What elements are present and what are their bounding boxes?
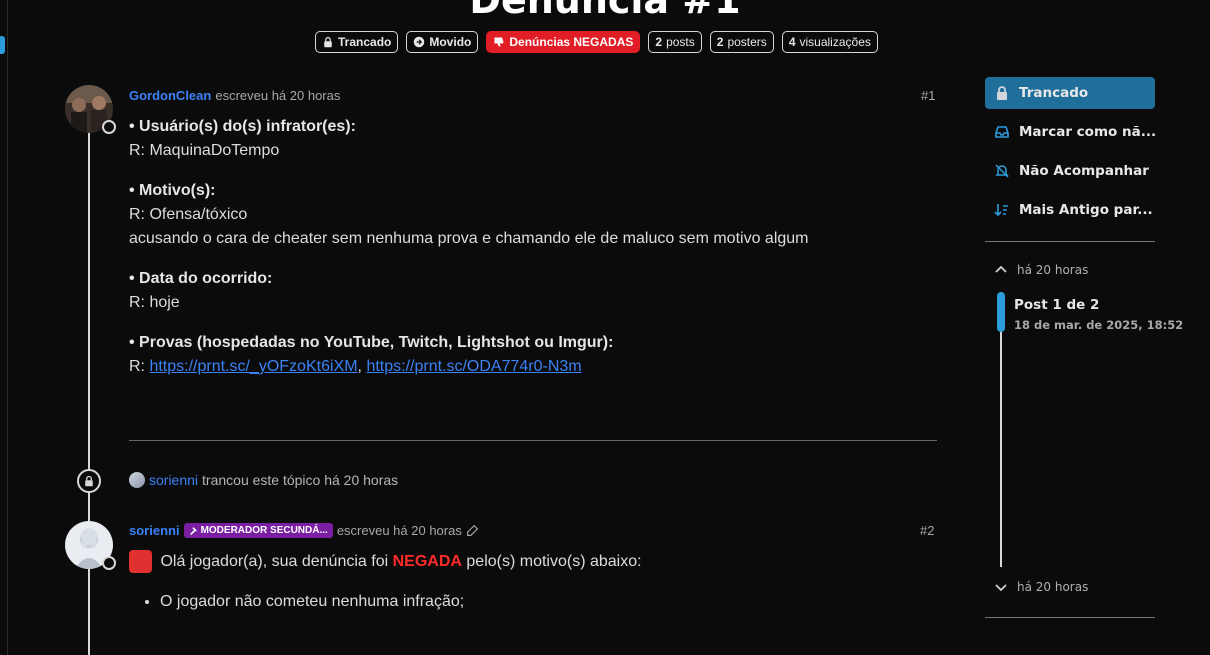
tag-posts-count: 2 posts [648,31,702,53]
post-field: • Usuário(s) do(s) infrator(es): R: Maqu… [129,118,356,159]
topic-title: Denúncia #1 [469,0,741,22]
post-body: • Usuário(s) do(s) infrator(es): R: Maqu… [129,115,939,395]
tag-locked[interactable]: Trancado [315,31,399,53]
post-author[interactable]: GordonClean [129,88,211,103]
chevron-down-icon [995,584,1007,592]
user-title-badge[interactable]: MODERADOR SECUNDÁ... [183,523,333,538]
edit-pencil-icon[interactable] [466,524,479,537]
lock-icon [85,475,93,487]
post-stream-line [88,126,90,655]
post-intro: Olá jogador(a), sua denúncia foi NEGADA … [129,550,939,574]
small-action-post: sorienni trancou este tópico há 20 horas [129,472,398,488]
sidebar-divider [985,617,1155,618]
status-indicator [102,556,116,570]
lock-icon [324,36,332,48]
tag-views-count: 4 visualizações [781,31,878,53]
reason-list: O jogador não cometeu nenhuma infração; [129,590,939,614]
list-item: O jogador não cometeu nenhuma infração; [160,590,939,614]
emoji-icon [129,550,152,574]
post-header: GordonClean escreveu há 20 horas [129,88,340,103]
post-field: • Provas (hospedadas no YouTube, Twitch,… [129,334,614,375]
lock-icon [997,86,1007,100]
bell-slash-icon [995,164,1009,178]
post-number[interactable]: #1 [921,88,935,103]
topic-tag-bar: Trancado Movido Denúncias NEGADAS 2 posts… [315,31,878,53]
post-number[interactable]: #2 [920,523,934,538]
chevron-up-icon [995,265,1007,273]
event-author[interactable]: sorienni [149,472,198,488]
mark-unread-button[interactable]: Marcar como nã... [985,116,1155,148]
avatar[interactable] [129,472,145,488]
tag-posters-count: 2 posters [709,31,774,53]
thumbs-down-icon [494,37,504,47]
topic-sidebar: Trancado Marcar como nã... Não Acompanha… [985,77,1155,233]
event-text: trancou este tópico há 20 horas [202,472,399,488]
timeline-current-post: Post 1 de 2 18 de mar. de 2025, 18:52 [1014,297,1184,332]
timeline-start[interactable]: há 20 horas [995,263,1088,277]
post-field: • Data do ocorrido: R: hoje [129,270,273,311]
status-indicator [102,120,116,134]
evidence-link[interactable]: https://prnt.sc/ODA774r0-N3m [366,358,581,375]
sidebar-divider [985,241,1155,242]
post-body: Olá jogador(a), sua denúncia foi NEGADA … [129,550,939,614]
timeline-end[interactable]: há 20 horas [995,580,1088,594]
tag-moved[interactable]: Movido [406,31,479,53]
post-author[interactable]: sorienni [129,523,180,538]
left-edge-marker[interactable] [0,36,5,54]
timeline-scroll-handle[interactable] [997,292,1005,332]
evidence-link[interactable]: https://prnt.sc/_yOFzoKt6iXM [149,358,357,375]
tag-category-denied[interactable]: Denúncias NEGADAS [486,31,641,53]
post-field: • Motivo(s): R: Ofensa/tóxico acusando o… [129,182,809,247]
hammer-icon [189,527,197,535]
arrow-circle-icon [414,36,425,48]
locked-button[interactable]: Trancado [985,77,1155,109]
post-meta[interactable]: escreveu há 20 horas [215,88,340,103]
timeline-scroll-track[interactable] [1000,292,1002,567]
post-meta[interactable]: escreveu há 20 horas [337,523,462,538]
notification-level-button[interactable]: Não Acompanhar [985,155,1155,187]
left-edge-panel [0,0,8,655]
inbox-icon [995,126,1009,138]
post-header: sorienni MODERADOR SECUNDÁ... escreveu h… [129,523,479,538]
sort-order-button[interactable]: Mais Antigo par... [985,194,1155,226]
sort-icon [994,204,1008,217]
lock-event-marker [77,469,101,493]
post-divider [129,440,937,441]
